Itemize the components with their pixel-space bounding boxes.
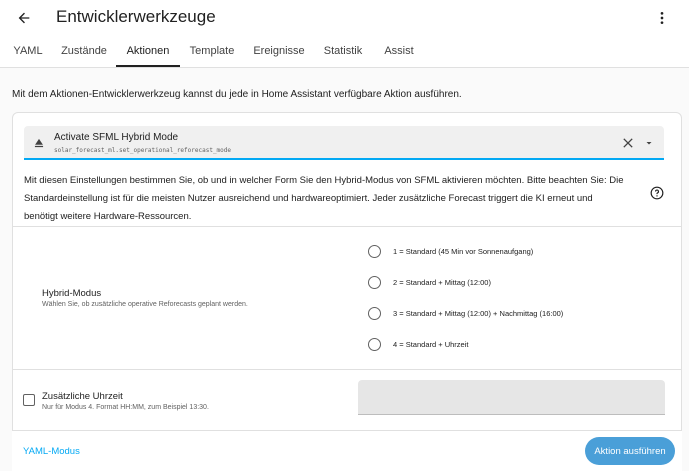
tab-zustaende[interactable]: Zustände [56, 34, 112, 68]
tab-statistik[interactable]: Statistik [316, 34, 370, 68]
arrow-left-icon [18, 12, 30, 24]
intro-text: Mit dem Aktionen-Entwicklerwerkzeug kann… [12, 89, 462, 100]
back-button[interactable] [12, 6, 36, 30]
action-picker-service: solar_forecast_ml.set_operational_refore… [54, 147, 232, 154]
radio-label: 1 = Standard (45 Min vor Sonnenaufgang) [393, 246, 534, 256]
extra-time-title: Zusätzliche Uhrzeit [42, 391, 123, 402]
tab-bar: YAML Zustände Aktionen Template Ereignis… [0, 34, 689, 68]
tab-assist[interactable]: Assist [376, 34, 422, 68]
chevron-down-icon[interactable] [643, 137, 655, 149]
radio-button[interactable] [368, 275, 381, 289]
divider [13, 369, 681, 370]
divider [13, 226, 681, 227]
radio-option-1[interactable]: 1 = Standard (45 Min vor Sonnenaufgang) [368, 244, 533, 258]
extra-time-input[interactable] [358, 380, 665, 415]
radio-label: 4 = Standard + Uhrzeit [393, 339, 469, 349]
tab-aktionen[interactable]: Aktionen [116, 34, 180, 68]
action-picker[interactable]: Activate SFML Hybrid Mode solar_forecast… [24, 126, 664, 160]
help-circle-icon[interactable] [650, 186, 664, 200]
active-tab-indicator [116, 65, 180, 67]
radio-button[interactable] [368, 306, 381, 320]
radio-button[interactable] [368, 337, 381, 351]
radio-button[interactable] [368, 244, 381, 258]
tab-template[interactable]: Template [184, 34, 240, 68]
yaml-mode-button[interactable]: YAML-Modus [23, 446, 80, 457]
radio-option-3[interactable]: 3 = Standard + Mittag (12:00) + Nachmitt… [368, 306, 563, 320]
page-title: Entwicklerwerkzeuge [56, 7, 216, 26]
radio-label: 2 = Standard + Mittag (12:00) [393, 277, 491, 287]
hybrid-mode-title: Hybrid-Modus [42, 288, 102, 299]
extra-time-subtitle: Nur für Modus 4. Format HH:MM, zum Beisp… [42, 404, 209, 411]
radio-label: 3 = Standard + Mittag (12:00) + Nachmitt… [393, 308, 564, 318]
card-actions [12, 430, 682, 471]
action-picker-title: Activate SFML Hybrid Mode [54, 132, 179, 143]
run-action-button[interactable]: Aktion ausführen [585, 437, 675, 465]
eject-icon [34, 138, 44, 148]
action-description: Mit diesen Einstellungen bestimmen Sie, … [24, 175, 624, 222]
tab-yaml[interactable]: YAML [4, 34, 52, 68]
tab-ereignisse[interactable]: Ereignisse [246, 34, 312, 68]
radio-option-4[interactable]: 4 = Standard + Uhrzeit [368, 337, 468, 351]
close-icon[interactable] [620, 135, 636, 151]
extra-time-checkbox[interactable] [23, 394, 35, 406]
hybrid-mode-subtitle: Wählen Sie, ob zusätzliche operative Ref… [42, 301, 248, 308]
radio-option-2[interactable]: 2 = Standard + Mittag (12:00) [368, 275, 491, 289]
more-vert-icon [660, 12, 664, 24]
more-menu-button[interactable] [650, 6, 674, 30]
